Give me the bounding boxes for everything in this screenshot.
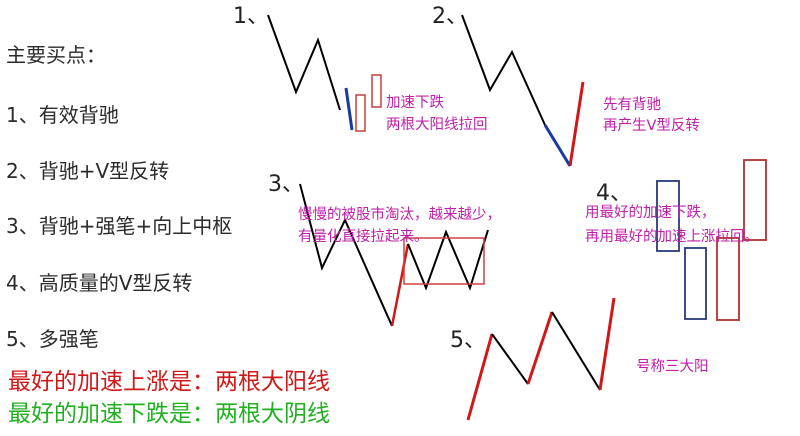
- diagram-5-up-stroke-3: [598, 297, 616, 391]
- diagram-1-accel-down-stroke: [344, 87, 354, 131]
- diagram-4-bull-candle-2: [743, 159, 767, 241]
- diagram-1-note-line2: 两根大阳线拉回: [386, 117, 488, 133]
- diagram-1-note-line1: 加速下跌: [386, 95, 444, 111]
- diagram-3-strong-up-stroke: [390, 243, 410, 327]
- diagram-1-label: 1、: [233, 4, 269, 29]
- diagram-2-note-line1: 先有背驰: [603, 97, 661, 113]
- buy-point-4: 4、高质量的V型反转: [6, 271, 193, 295]
- buy-point-1: 1、有效背驰: [6, 103, 119, 127]
- diagram-5-up-stroke-2: [526, 311, 554, 385]
- diagram-1-bull-candle-2: [371, 74, 382, 108]
- buy-point-5: 5、多强笔: [6, 327, 99, 351]
- diagram-5-label: 5、: [450, 328, 486, 353]
- diagram-4-label: 4、: [596, 181, 632, 206]
- diagram-2-zigzag: [461, 14, 546, 126]
- page-title: 主要买点：: [6, 43, 106, 67]
- diagram-4-note-line2: 再用最好的加速上涨拉回。: [585, 229, 759, 245]
- diagram-4-bear-candle-2: [684, 247, 707, 320]
- best-fall-text: 最好的加速下跌是：两根大阴线: [8, 401, 330, 427]
- diagram-1-zigzag: [267, 14, 341, 111]
- diagram-2-note-line2: 再产生V型反转: [603, 118, 700, 134]
- diagram-5-down-stroke-2: [551, 311, 601, 391]
- buy-point-3: 3、背驰+强笔+向上中枢: [6, 214, 233, 238]
- best-rise-text: 最好的加速上涨是：两根大阳线: [8, 369, 330, 395]
- diagram-3: [299, 183, 489, 327]
- diagram-3-note-line2: 有量化直接拉起来。: [298, 229, 429, 245]
- diagram-3-label: 3、: [268, 172, 304, 197]
- diagram-2: [461, 14, 585, 167]
- buy-point-2: 2、背驰+V型反转: [6, 159, 170, 183]
- diagram-4-note-line1: 用最好的加速下跌，: [585, 205, 716, 221]
- diagram-5-down-stroke-1: [491, 333, 529, 385]
- diagram-2-accel-down-stroke: [543, 124, 572, 167]
- diagram-3-zigzag: [299, 183, 393, 327]
- diagram-3-note-line1: 慢慢的被股市淘汰，越来越少，: [298, 207, 501, 223]
- diagram-2-v-reversal-stroke: [568, 81, 585, 167]
- diagram-1-bull-candle-1: [355, 94, 366, 132]
- diagram-2-label: 2、: [432, 4, 468, 29]
- diagram-5: [466, 297, 616, 421]
- diagram-5-note: 号称三大阳: [636, 359, 709, 375]
- diagram-4-bull-candle-1: [716, 237, 740, 321]
- diagram-1: [267, 14, 382, 132]
